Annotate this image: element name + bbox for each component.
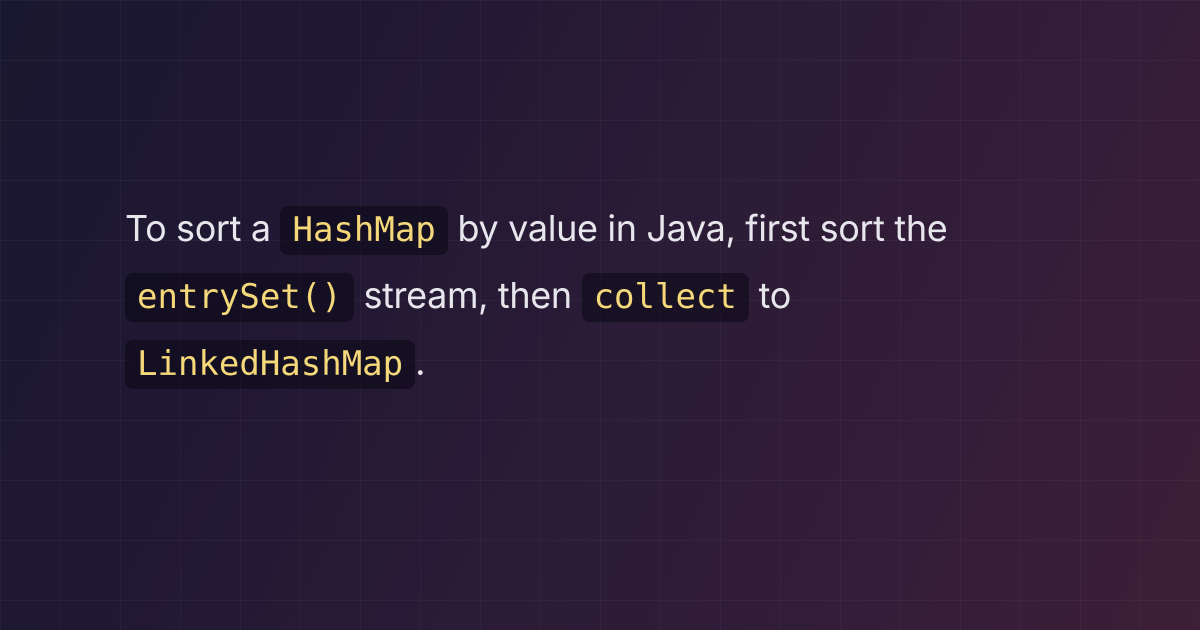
- code-hashmap: HashMap: [280, 206, 447, 255]
- text-segment: to: [749, 273, 791, 317]
- code-entryset: entrySet(): [125, 273, 354, 322]
- text-segment: To sort a: [125, 206, 280, 250]
- description-text: To sort a HashMap by value in Java, firs…: [125, 195, 1075, 396]
- text-segment: .: [415, 340, 425, 384]
- text-segment: stream, then: [354, 273, 582, 317]
- text-segment: by value in Java, first sort the: [448, 206, 948, 250]
- code-collect: collect: [582, 273, 749, 322]
- code-linkedhashmap: LinkedHashMap: [125, 340, 415, 389]
